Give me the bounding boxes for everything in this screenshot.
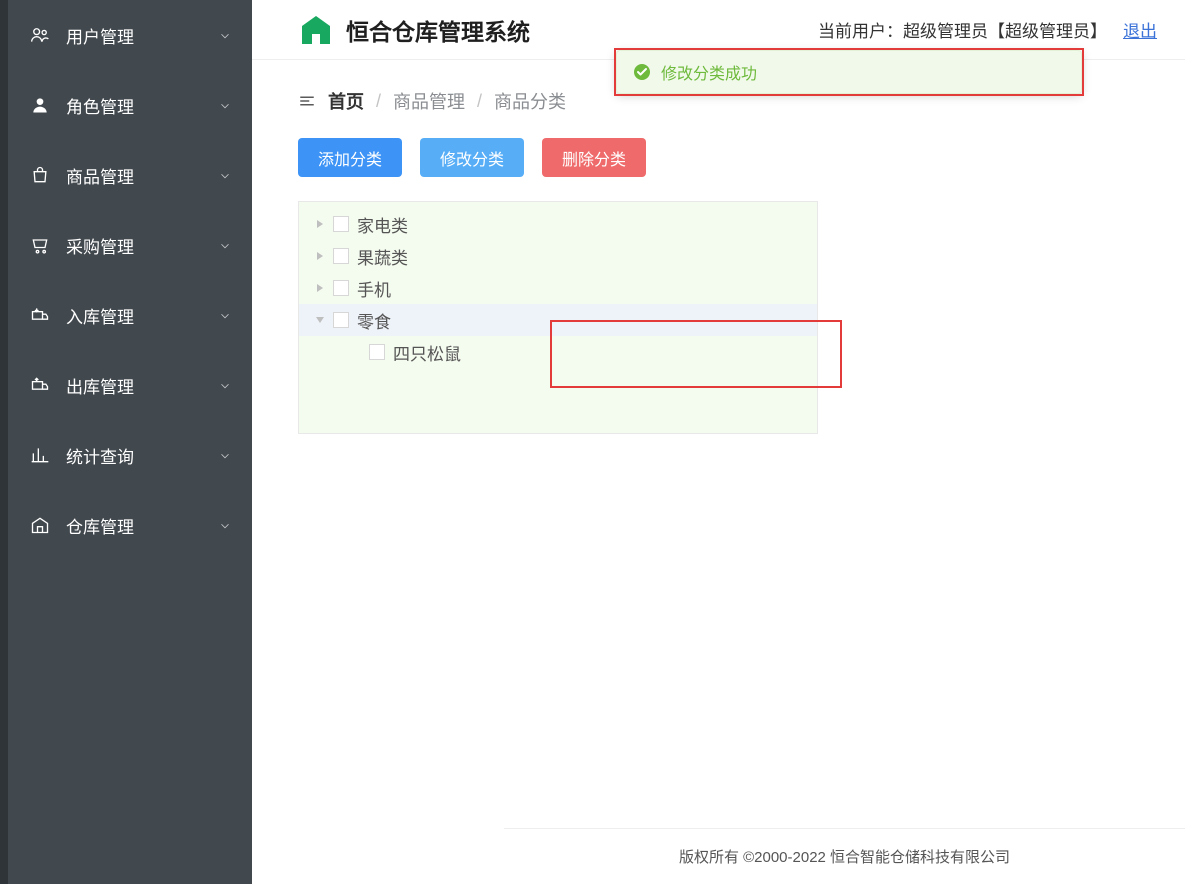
sidebar-item-roles[interactable]: 角色管理 [0, 70, 252, 140]
tree-node-label: 家电类 [357, 212, 408, 237]
tree-node-label: 手机 [357, 276, 391, 301]
chevron-down-icon [218, 378, 232, 392]
warehouse-icon [30, 515, 50, 535]
main: 恒合仓库管理系统 当前用户：超级管理员【超级管理员】 退出 首页 / 商品管理 … [252, 0, 1185, 884]
breadcrumb-separator: / [376, 91, 381, 112]
chevron-down-icon [218, 308, 232, 322]
chevron-down-icon [218, 518, 232, 532]
sidebar-item-warehouse[interactable]: 仓库管理 [0, 490, 252, 560]
cart-icon [30, 235, 50, 255]
sidebar-item-products[interactable]: 商品管理 [0, 140, 252, 210]
tree-node-label: 四只松鼠 [393, 340, 461, 365]
chevron-down-icon [218, 238, 232, 252]
tree-node[interactable]: 手机 [299, 272, 817, 304]
checkbox[interactable] [333, 280, 349, 296]
sidebar-item-label: 商品管理 [66, 163, 134, 188]
breadcrumb-item[interactable]: 商品管理 [393, 88, 465, 114]
checkbox[interactable] [333, 248, 349, 264]
sidebar: 用户管理 角色管理 商品管理 采购管理 [0, 0, 252, 884]
footer: 版权所有 ©2000-2022 恒合智能仓储科技有限公司 [504, 828, 1185, 884]
category-tree: 家电类 果蔬类 手机 零食 四只松鼠 [298, 201, 818, 434]
caret-right-icon[interactable] [315, 283, 325, 293]
edit-category-button[interactable]: 修改分类 [420, 138, 524, 177]
checkbox[interactable] [333, 312, 349, 328]
current-user: 当前用户：超级管理员【超级管理员】 [818, 17, 1107, 42]
outbound-icon [30, 375, 50, 395]
bag-icon [30, 165, 50, 185]
sidebar-item-label: 出库管理 [66, 373, 134, 398]
sidebar-item-inbound[interactable]: 入库管理 [0, 280, 252, 350]
checkbox[interactable] [369, 344, 385, 360]
caret-right-icon[interactable] [315, 251, 325, 261]
breadcrumb-home[interactable]: 首页 [328, 88, 364, 114]
brand: 恒合仓库管理系统 [298, 12, 530, 48]
sidebar-item-label: 仓库管理 [66, 513, 134, 538]
sidebar-item-label: 用户管理 [66, 23, 134, 48]
tree-node[interactable]: 零食 [299, 304, 817, 336]
chart-icon [30, 445, 50, 465]
breadcrumb-separator: / [477, 91, 482, 112]
sidebar-item-label: 采购管理 [66, 233, 134, 258]
sidebar-item-label: 统计查询 [66, 443, 134, 468]
success-icon [633, 63, 651, 81]
chevron-down-icon [218, 448, 232, 462]
caret-right-icon[interactable] [315, 219, 325, 229]
logout-link[interactable]: 退出 [1123, 17, 1157, 42]
sidebar-item-label: 角色管理 [66, 93, 134, 118]
add-category-button[interactable]: 添加分类 [298, 138, 402, 177]
logo-icon [298, 12, 334, 48]
action-bar: 添加分类 修改分类 删除分类 [252, 132, 1185, 201]
header-right: 当前用户：超级管理员【超级管理员】 退出 [818, 17, 1157, 42]
chevron-down-icon [218, 98, 232, 112]
sidebar-edge [0, 0, 8, 884]
users-icon [30, 25, 50, 45]
tree-child-node[interactable]: 四只松鼠 [299, 336, 817, 368]
breadcrumb-item[interactable]: 商品分类 [494, 88, 566, 114]
menu-toggle-icon[interactable] [298, 92, 316, 110]
sidebar-item-purchase[interactable]: 采购管理 [0, 210, 252, 280]
tree-node-label: 果蔬类 [357, 244, 408, 269]
sidebar-item-stats[interactable]: 统计查询 [0, 420, 252, 490]
delete-category-button[interactable]: 删除分类 [542, 138, 646, 177]
user-icon [30, 95, 50, 115]
sidebar-item-label: 入库管理 [66, 303, 134, 328]
tree-node-label: 零食 [357, 308, 391, 333]
sidebar-item-users[interactable]: 用户管理 [0, 0, 252, 70]
inbound-icon [30, 305, 50, 325]
toast-message: 修改分类成功 [661, 60, 757, 84]
chevron-down-icon [218, 168, 232, 182]
chevron-down-icon [218, 28, 232, 42]
tree-node[interactable]: 家电类 [299, 208, 817, 240]
app-title: 恒合仓库管理系统 [346, 13, 530, 47]
success-toast: 修改分类成功 [616, 50, 1082, 94]
checkbox[interactable] [333, 216, 349, 232]
sidebar-item-outbound[interactable]: 出库管理 [0, 350, 252, 420]
tree-node[interactable]: 果蔬类 [299, 240, 817, 272]
caret-down-icon[interactable] [315, 315, 325, 325]
footer-text: 版权所有 ©2000-2022 恒合智能仓储科技有限公司 [679, 846, 1010, 867]
